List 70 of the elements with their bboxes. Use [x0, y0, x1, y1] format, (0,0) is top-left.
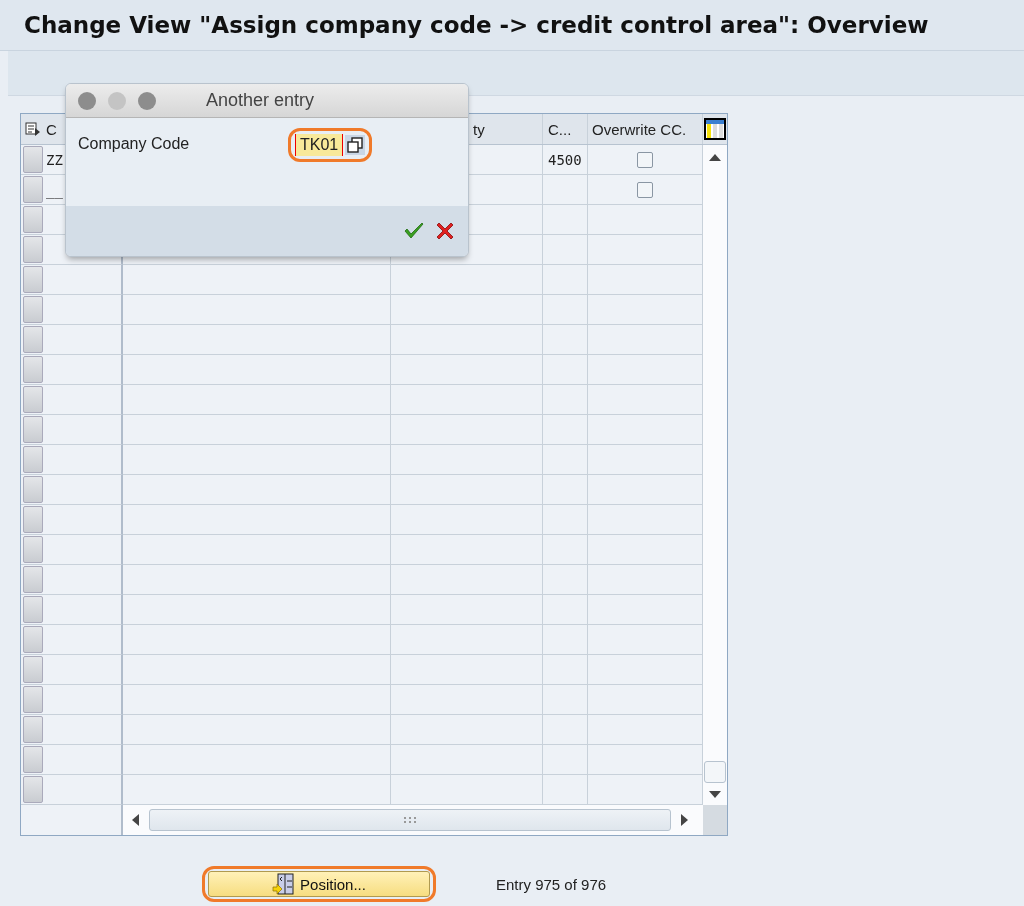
cancel-icon[interactable]: [436, 222, 454, 240]
row-selector[interactable]: [23, 656, 43, 683]
row-selector[interactable]: [23, 386, 43, 413]
dialog-title: Another entry: [206, 90, 315, 111]
table-cell: [543, 535, 588, 565]
table-cell: [543, 745, 588, 775]
row-selector[interactable]: [23, 536, 43, 563]
table-cell: [543, 445, 588, 475]
window-title: Change View "Assign company code -> credit control area": Overview: [24, 12, 929, 38]
row-selector[interactable]: [23, 776, 43, 803]
scroll-up-icon[interactable]: [709, 153, 721, 161]
zoom-button[interactable]: [138, 91, 156, 110]
row-selector[interactable]: [23, 716, 43, 743]
entry-count: Entry 975 of 976: [496, 875, 607, 893]
row-selector[interactable]: [23, 446, 43, 473]
scrollbar-corner: [703, 805, 727, 835]
position-button[interactable]: Position...: [208, 871, 430, 897]
row-selector[interactable]: [23, 146, 43, 173]
vertical-scrollbar[interactable]: [703, 145, 727, 805]
scroll-thumb[interactable]: [704, 761, 726, 783]
row-selector[interactable]: [23, 326, 43, 353]
table-cell: [543, 655, 588, 685]
row-selector[interactable]: [23, 596, 43, 623]
row-selector[interactable]: [23, 506, 43, 533]
row-selector[interactable]: [23, 416, 43, 443]
table-cell: [543, 355, 588, 385]
row-selector[interactable]: [23, 476, 43, 503]
column-settings-icon[interactable]: [704, 118, 726, 140]
grip-icon: [404, 817, 416, 823]
table-cell: [543, 505, 588, 535]
table-cell: [543, 475, 588, 505]
checkbox[interactable]: [637, 151, 653, 168]
position-icon: [272, 873, 295, 895]
row-selector[interactable]: [23, 296, 43, 323]
scroll-down-icon[interactable]: [709, 791, 721, 799]
table-cell: [543, 715, 588, 745]
row-selector[interactable]: [23, 206, 43, 233]
company-code-field[interactable]: TK01: [295, 134, 344, 156]
row-selector[interactable]: [23, 686, 43, 713]
table-cell: [543, 595, 588, 625]
scroll-thumb[interactable]: [149, 809, 671, 831]
row-selector[interactable]: [23, 566, 43, 593]
table-cell: [543, 565, 588, 595]
row-selector[interactable]: [23, 626, 43, 653]
column-header[interactable]: C...: [543, 114, 588, 144]
row-selector[interactable]: [23, 356, 43, 383]
table-cell: [543, 685, 588, 715]
column-header[interactable]: Overwrite CC.: [588, 114, 703, 144]
horizontal-scrollbar[interactable]: [123, 805, 703, 835]
table-cell: [543, 385, 588, 415]
row-selector[interactable]: [23, 746, 43, 773]
scroll-right-icon[interactable]: [681, 814, 689, 826]
checkbox[interactable]: [637, 181, 653, 198]
close-button[interactable]: [78, 91, 96, 110]
select-all-icon[interactable]: [25, 121, 41, 137]
table-cell: [543, 265, 588, 295]
row-selector[interactable]: [23, 176, 43, 203]
row-selector[interactable]: [23, 236, 43, 263]
table-cell: [543, 415, 588, 445]
table-cell: [543, 625, 588, 655]
scroll-left-icon[interactable]: [131, 814, 139, 826]
table-cell: [543, 205, 588, 235]
table-cell: [543, 235, 588, 265]
table-cell: [543, 295, 588, 325]
copy-icon[interactable]: [345, 135, 366, 155]
confirm-icon[interactable]: [404, 222, 424, 240]
table-cell: 4500: [543, 145, 588, 175]
row-selector[interactable]: [23, 266, 43, 293]
minimize-button[interactable]: [108, 91, 126, 110]
table-cell: [543, 325, 588, 355]
